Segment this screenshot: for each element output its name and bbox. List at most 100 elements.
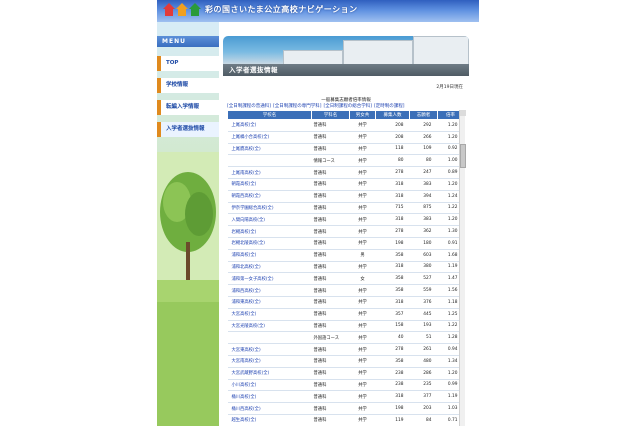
category-links: [全日制課程の普通科] [全日制課程の専門学科] [全日制課程の総合学科] [定… [227, 103, 465, 109]
cell-applicants: 377 [409, 390, 438, 404]
cell-quota: 208 [375, 131, 410, 144]
cell-school[interactable]: 大宮南高校(全) [227, 355, 312, 368]
col-header-gender: 男女共 [349, 110, 376, 120]
cell-applicants: 445 [409, 308, 438, 321]
cell-school[interactable]: 桶川西高校(全) [227, 402, 312, 415]
cell-gender: 共学 [349, 343, 376, 356]
cell-course: 普通科 [311, 390, 350, 404]
cell-gender: 共学 [349, 131, 376, 144]
cell-school [227, 154, 312, 168]
cell-course: 普通科 [311, 261, 350, 274]
cell-course: 普通科 [311, 225, 350, 238]
cell-applicants: 247 [409, 166, 438, 179]
cell-gender: 共学 [349, 190, 376, 203]
cell-school[interactable]: 桶川高校(全) [227, 390, 312, 404]
house-red-icon [163, 3, 175, 16]
cell-school[interactable]: 岩槻高校(全) [227, 225, 312, 238]
table-row: 上尾南高校(全) 普通科 共学 278 247 0.89 [227, 166, 463, 179]
table-row: 桶川高校(全) 普通科 共学 318 377 1.19 [227, 390, 463, 404]
cell-applicants: 527 [409, 272, 438, 286]
cell-quota: 318 [375, 213, 410, 227]
cell-gender: 共学 [349, 355, 376, 368]
cell-school[interactable]: 大宮光陵高校(全) [227, 320, 312, 333]
cell-school[interactable]: 大宮東高校(全) [227, 343, 312, 356]
cell-quota: 278 [375, 225, 410, 238]
cell-school[interactable]: 上尾南高校(全) [227, 166, 312, 179]
cell-course: 普通科 [311, 272, 350, 286]
cell-gender: 共学 [349, 320, 376, 333]
link-part-time[interactable]: [定時制の課程] [374, 103, 405, 109]
cell-quota: 198 [375, 237, 410, 250]
cell-course: 普通科 [311, 296, 350, 309]
sidebar-item-top[interactable]: TOP [157, 56, 219, 71]
cell-school[interactable]: 浦和西高校(全) [227, 284, 312, 297]
cell-applicants: 193 [409, 320, 438, 333]
table-row: 桶川西高校(全) 普通科 共学 198 203 1.03 [227, 402, 463, 415]
table-row: 上尾高校(全) 普通科 共学 208 292 1.20 [227, 119, 463, 132]
cell-school[interactable]: 朝霞高校(全) [227, 178, 312, 191]
cell-quota: 80 [375, 154, 410, 168]
cell-school[interactable]: 伊奈学園総合高校(全) [227, 202, 312, 215]
cell-school[interactable]: 上尾高校(全) [227, 119, 312, 132]
table-row: 浦和東高校(全) 普通科 共学 318 376 1.18 [227, 296, 463, 309]
cell-gender: 共学 [349, 166, 376, 179]
cell-gender: 共学 [349, 390, 376, 404]
table-row: 上尾橘小合高校(全) 普通科 共学 208 266 1.20 [227, 131, 463, 144]
cell-school[interactable]: 浦和東高校(全) [227, 296, 312, 309]
cell-gender: 共学 [349, 402, 376, 415]
cell-gender: 共学 [349, 225, 376, 238]
cell-applicants: 480 [409, 355, 438, 368]
cell-school[interactable]: 大宮武蔵野高校(全) [227, 367, 312, 380]
cell-school[interactable]: 朝霞西高校(全) [227, 190, 312, 203]
cell-applicants: 383 [409, 213, 438, 227]
table-row: 上尾鷹高校(全) 普通科 共学 118 109 0.92 [227, 143, 463, 156]
cell-school [227, 331, 312, 345]
tree-illustration [157, 152, 219, 426]
scrollbar-thumb[interactable] [460, 144, 466, 168]
cell-school[interactable]: 小川高校(全) [227, 379, 312, 392]
cell-gender: 共学 [349, 237, 376, 250]
cell-course: 普通科 [311, 166, 350, 179]
cell-quota: 119 [375, 414, 410, 426]
cell-quota: 358 [375, 284, 410, 297]
cell-school[interactable]: 入間向陽高校(全) [227, 213, 312, 227]
cell-gender: 共学 [349, 331, 376, 345]
sidebar-item-transfer-info[interactable]: 転編入学情報 [157, 100, 219, 115]
link-general[interactable]: [全日制課程の普通科] [227, 103, 271, 109]
cell-gender: 共学 [349, 261, 376, 274]
scroll-up-arrow-icon[interactable] [460, 110, 466, 116]
cell-applicants: 383 [409, 178, 438, 191]
table-row: 入間向陽高校(全) 普通科 共学 318 383 1.20 [227, 213, 463, 227]
date-note: 2月19日現在 [436, 85, 463, 90]
scrollbar[interactable] [459, 110, 466, 426]
link-specialized[interactable]: [全日制課程の専門学科] [273, 103, 322, 109]
sidebar-item-admission-info[interactable]: 入学者選抜情報 [157, 122, 219, 137]
cell-school[interactable]: 上尾鷹高校(全) [227, 143, 312, 156]
table-row: 岩槻高校(全) 普通科 共学 278 362 1.30 [227, 225, 463, 238]
link-comprehensive[interactable]: [全日制課程の総合学科] [324, 103, 373, 109]
cell-applicants: 203 [409, 402, 438, 415]
cell-applicants: 51 [409, 331, 438, 345]
col-header-applicants: 志願者 [409, 110, 438, 120]
cell-gender: 共学 [349, 379, 376, 392]
results-table-container: 学校名 学科名 男女共 募集人数 志願者 倍率 上尾高校(全) 普通科 共学 208 2… [227, 110, 463, 426]
cell-quota: 238 [375, 379, 410, 392]
cell-school[interactable]: 上尾橘小合高校(全) [227, 131, 312, 144]
cell-school[interactable]: 越生高校(全) [227, 414, 312, 426]
table-row: 情報コース 共学 80 80 1.00 [227, 154, 463, 168]
site-title[interactable]: 彩の国さいたま公立高校ナビゲーション [205, 4, 358, 15]
table-row: 外国語コース 共学 40 51 1.28 [227, 331, 463, 345]
sidebar-item-school-info[interactable]: 学校情報 [157, 78, 219, 93]
cell-school[interactable]: 浦和北高校(全) [227, 261, 312, 274]
cell-school[interactable]: 浦和高校(全) [227, 249, 312, 262]
house-orange-icon [176, 3, 188, 16]
cell-quota: 158 [375, 320, 410, 333]
main-content: 入学者選抜情報 2月19日現在 一般募集志願者倍率情報 [全日制課程の普通科] … [223, 36, 469, 426]
cell-school[interactable]: 浦和第一女子高校(全) [227, 272, 312, 286]
cell-school[interactable]: 岩槻北陵高校(全) [227, 237, 312, 250]
cell-applicants: 875 [409, 202, 438, 215]
cell-gender: 共学 [349, 154, 376, 168]
cell-gender: 共学 [349, 367, 376, 380]
cell-school[interactable]: 大宮高校(全) [227, 308, 312, 321]
cell-quota: 318 [375, 261, 410, 274]
